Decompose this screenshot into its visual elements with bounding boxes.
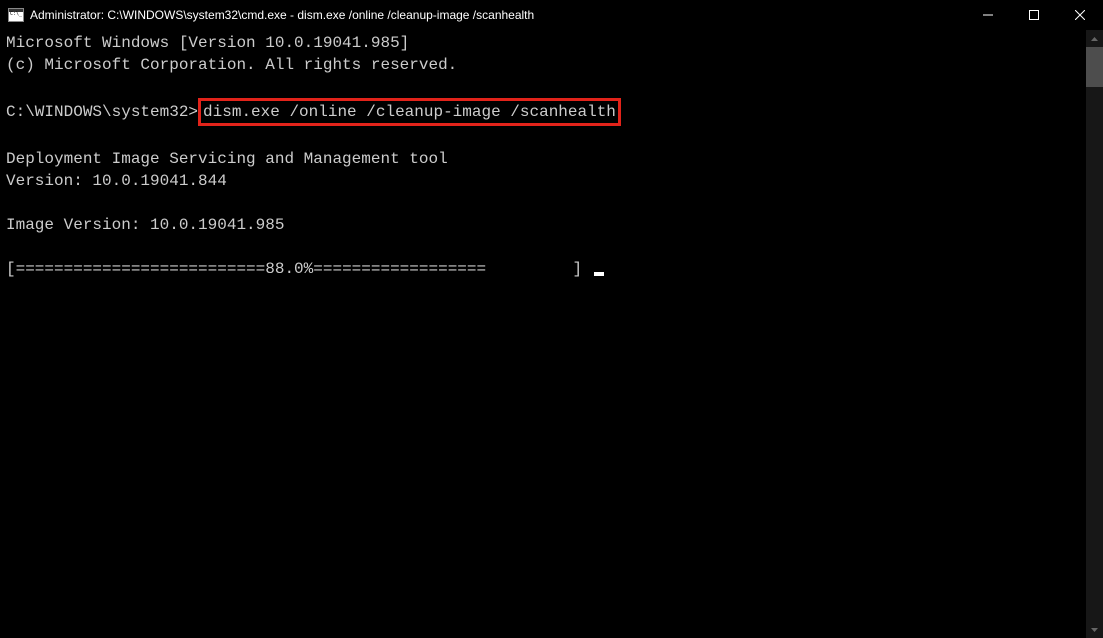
command-highlight: dism.exe /online /cleanup-image /scanhea… xyxy=(198,98,621,126)
cursor xyxy=(594,272,604,276)
os-version-line: Microsoft Windows [Version 10.0.19041.98… xyxy=(6,34,409,52)
maximize-button[interactable] xyxy=(1011,0,1057,30)
prompt-text: C:\WINDOWS\system32> xyxy=(6,103,198,121)
terminal-output[interactable]: Microsoft Windows [Version 10.0.19041.98… xyxy=(0,30,1086,638)
progress-percent: 88.0% xyxy=(265,260,313,278)
tool-version-line: Version: 10.0.19041.844 xyxy=(6,172,227,190)
maximize-icon xyxy=(1029,10,1039,20)
progress-bar-right: ================== ] xyxy=(313,260,591,278)
progress-bar-left: [========================== xyxy=(6,260,265,278)
title-bar: Administrator: C:\WINDOWS\system32\cmd.e… xyxy=(0,0,1103,30)
command-text: dism.exe /online /cleanup-image /scanhea… xyxy=(203,103,616,121)
minimize-button[interactable] xyxy=(965,0,1011,30)
minimize-icon xyxy=(983,10,993,20)
scrollbar-thumb[interactable] xyxy=(1086,47,1103,87)
chevron-up-icon xyxy=(1091,37,1098,41)
window-controls xyxy=(965,0,1103,30)
image-version-line: Image Version: 10.0.19041.985 xyxy=(6,216,284,234)
cmd-icon xyxy=(8,8,24,22)
scroll-up-button[interactable] xyxy=(1086,30,1103,47)
title-left: Administrator: C:\WINDOWS\system32\cmd.e… xyxy=(8,8,534,22)
copyright-line: (c) Microsoft Corporation. All rights re… xyxy=(6,56,457,74)
close-icon xyxy=(1075,10,1085,20)
close-button[interactable] xyxy=(1057,0,1103,30)
chevron-down-icon xyxy=(1091,628,1098,632)
tool-name-line: Deployment Image Servicing and Managemen… xyxy=(6,150,448,168)
scroll-down-button[interactable] xyxy=(1086,621,1103,638)
terminal-area: Microsoft Windows [Version 10.0.19041.98… xyxy=(0,30,1103,638)
vertical-scrollbar[interactable] xyxy=(1086,30,1103,638)
window-title: Administrator: C:\WINDOWS\system32\cmd.e… xyxy=(30,8,534,22)
